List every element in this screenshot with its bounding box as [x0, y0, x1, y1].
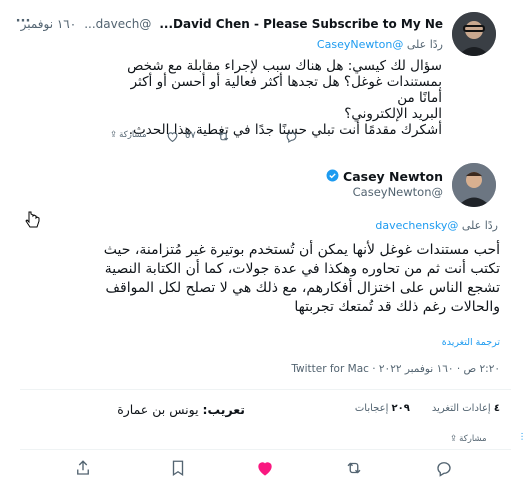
mouse-cursor-icon: [25, 210, 41, 234]
avatar-david[interactable]: [452, 12, 496, 56]
replying-to-link[interactable]: @davechensky: [375, 219, 458, 232]
divider: [20, 389, 511, 390]
retweets-stat[interactable]: ٤ إعادات التغريد: [432, 403, 500, 419]
translate-tweet-link[interactable]: ترجمة التغريدة: [350, 337, 500, 348]
share-upload-icon[interactable]: [72, 457, 94, 479]
tweet-text-line: تكتب أنت ثم من تحاوره وهكذا في عدة جولات…: [104, 261, 500, 277]
tweet-text-line: أحب مستندات غوغل لأنها يمكن أن تُستخدم ب…: [103, 242, 500, 258]
retweet-icon[interactable]: [217, 128, 230, 147]
tweet-text-line: تشجع الناس على اختزال أفكارهم، مع ذلك هي…: [105, 280, 500, 296]
replying-prefix: ردًا على: [461, 219, 498, 232]
translation-credit-name: يونس بن عمارة: [117, 402, 199, 417]
tweet-text-line: البريد الإلكتروني؟: [344, 106, 442, 122]
tweet-meta[interactable]: ٢:٢٠ ص · ١٦٠ نوفمبر ٢٠٢٢ · Twitter for M…: [240, 363, 500, 375]
author-name[interactable]: Casey Newton: [343, 169, 443, 184]
like-icon[interactable]: [166, 128, 179, 147]
author-name[interactable]: David Chen - Please Subscribe to My Ne..…: [159, 17, 443, 31]
likes-stat[interactable]: ٢٠٩ إعجابات: [355, 403, 410, 419]
like-icon[interactable]: [254, 457, 276, 479]
more-icon[interactable]: ···: [516, 432, 526, 441]
translation-credit-label: تعريب:: [202, 402, 245, 417]
share-icon: ⇪: [450, 434, 458, 444]
share-icon: ⇪: [110, 130, 118, 140]
tweet-text-line: والحالات رغم ذلك قد تُمتعك تجربتها: [294, 299, 500, 315]
verified-badge-icon: [326, 167, 339, 186]
more-icon[interactable]: ···: [12, 10, 34, 32]
reply-icon[interactable]: [285, 128, 298, 147]
like-count: ٥٧: [185, 130, 196, 141]
tweet-text-line: سؤال لك كيسي: هل هناك سبب لإجراء مقابلة …: [127, 58, 442, 74]
divider: [20, 449, 511, 450]
handle[interactable]: @davech...: [84, 17, 151, 31]
bookmark-icon[interactable]: [167, 457, 189, 479]
share-button[interactable]: ⇪ مشاركة: [450, 434, 487, 444]
avatar-casey[interactable]: [452, 163, 496, 207]
retweet-icon[interactable]: [343, 457, 365, 479]
handle[interactable]: @CaseyNewton: [255, 185, 443, 199]
share-button[interactable]: ⇪ مشاركة: [110, 130, 147, 140]
reply-icon[interactable]: [433, 457, 455, 479]
tweet-text-line: بمستندات غوغل؟ هل تجدها أكثر فعالية أو أ…: [130, 74, 442, 106]
replying-to-link[interactable]: @CaseyNewton: [317, 38, 403, 51]
replying-prefix: ردًا على: [406, 38, 443, 51]
